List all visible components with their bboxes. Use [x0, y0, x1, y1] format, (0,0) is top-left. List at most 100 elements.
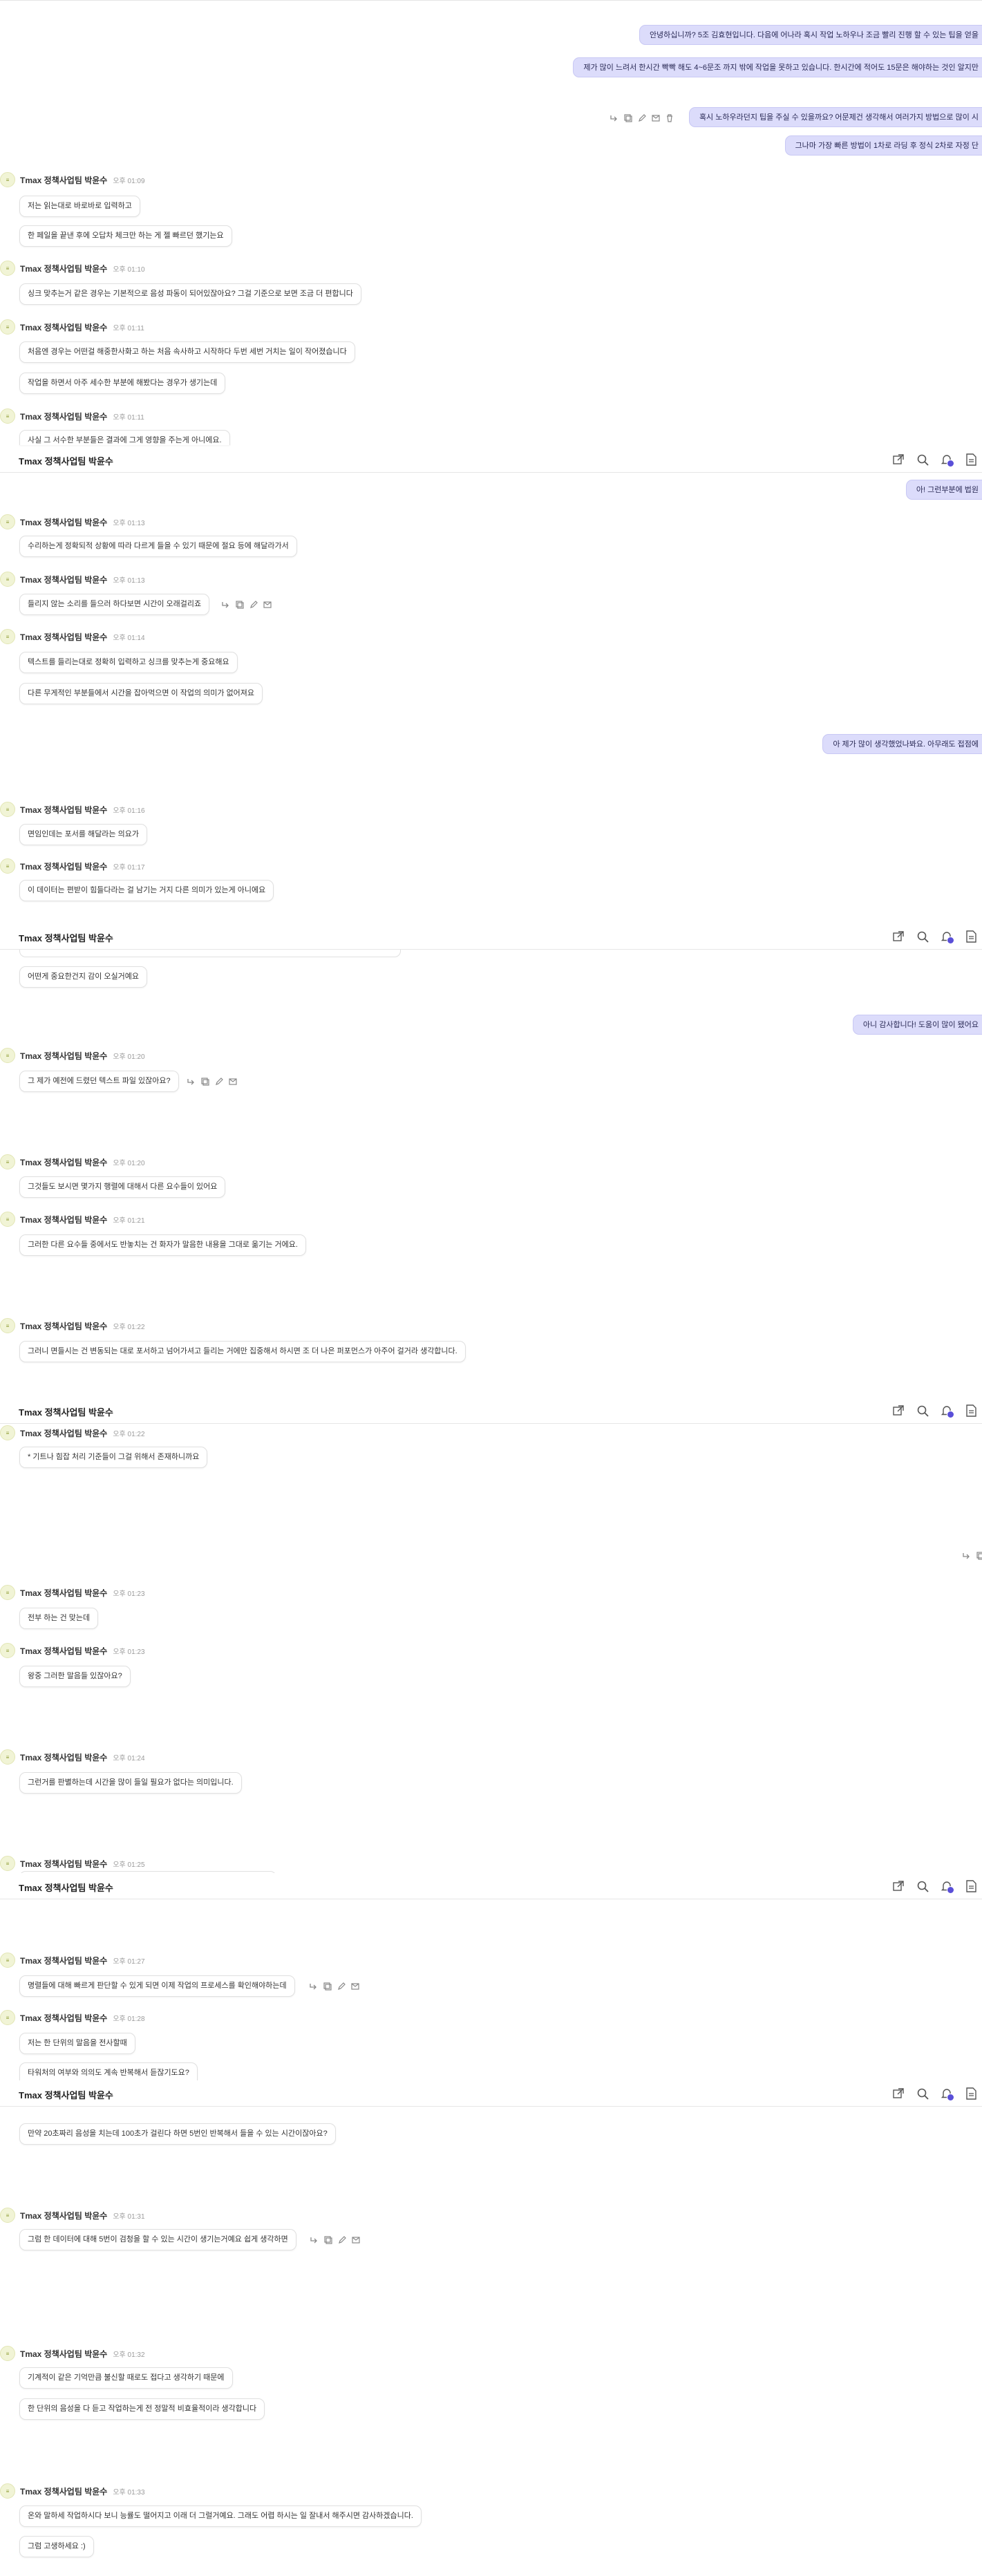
- sender-name[interactable]: Tmax 정책사업팀 박윤수: [20, 574, 107, 585]
- avatar[interactable]: ≡: [0, 1425, 15, 1440]
- notification-icon[interactable]: [939, 452, 954, 467]
- avatar[interactable]: ≡: [0, 2010, 15, 2025]
- chat-bubble[interactable]: 그러니 면들시는 건 변동되는 대로 포서하고 넘어가셔고 들리는 거에만 집중…: [19, 1341, 466, 1362]
- chat-bubble[interactable]: 어떤게 중요한건지 감이 오실거예요: [19, 966, 147, 988]
- document-icon[interactable]: [963, 929, 979, 944]
- edit-icon[interactable]: [637, 113, 647, 123]
- document-icon[interactable]: [963, 2086, 979, 2101]
- chat-bubble[interactable]: 명렬들에 대해 빠르게 판단할 수 있게 되면 이제 작업의 프로세스를 확인해…: [19, 1975, 295, 1997]
- chat-bubble[interactable]: 작업을 하면서 아주 세수한 부분에 해봤다는 경우가 생기는데: [19, 373, 226, 394]
- outgoing-bubble[interactable]: 아 제가 많이 생각했었나봐요. 아무래도 접점에: [822, 734, 982, 754]
- popout-icon[interactable]: [891, 2086, 906, 2101]
- mail-icon[interactable]: [228, 1077, 238, 1087]
- reply-icon[interactable]: [610, 113, 619, 123]
- document-icon[interactable]: [963, 1403, 979, 1418]
- chat-bubble[interactable]: 만약 20초짜리 음성을 치는데 100초가 걸린다 하면 5번인 반복해서 들…: [19, 2123, 336, 2145]
- notification-icon[interactable]: [939, 929, 954, 944]
- avatar[interactable]: ≡: [0, 1318, 15, 1333]
- sender-name[interactable]: Tmax 정책사업팀 박윤수: [20, 1645, 107, 1657]
- edit-icon[interactable]: [337, 2235, 347, 2245]
- reply-icon[interactable]: [187, 1077, 196, 1087]
- chat-bubble[interactable]: 한 페일을 끝낸 후에 오답차 체크만 하는 게 젤 빠르던 했기는요: [19, 225, 232, 247]
- copy-icon[interactable]: [323, 1982, 332, 1991]
- reply-icon[interactable]: [962, 1551, 972, 1561]
- reply-icon[interactable]: [310, 2235, 319, 2245]
- chat-bubble[interactable]: 그러한 다른 요수들 중에서도 반놓치는 건 화자가 말음한 내용을 그대로 옮…: [19, 1234, 306, 1256]
- sender-name[interactable]: Tmax 정책사업팀 박윤수: [20, 804, 107, 816]
- chat-bubble[interactable]: 왕중 그러한 말음들 있잖아요?: [19, 1666, 131, 1687]
- sender-name[interactable]: Tmax 정책사업팀 박윤수: [20, 631, 107, 643]
- avatar[interactable]: ≡: [0, 1585, 15, 1600]
- chat-bubble[interactable]: 수리하는게 정확되적 상황에 따라 다르게 들을 수 있기 때문에 절요 등에 …: [19, 536, 297, 557]
- sender-name[interactable]: Tmax 정책사업팀 박윤수: [20, 1156, 107, 1168]
- avatar[interactable]: ≡: [0, 1154, 15, 1169]
- avatar[interactable]: ≡: [0, 1749, 15, 1765]
- chat-bubble[interactable]: 그럼 한 데이터에 대해 5번이 검청을 할 수 있는 시간이 생기는거예요 쉽…: [19, 2229, 296, 2250]
- outgoing-bubble[interactable]: 안녕하십니까? 5조 김효현입니다. 다음에 어나라 혹시 작업 노하우나 조금…: [639, 25, 982, 45]
- chat-bubble[interactable]: 면임인데는 포서를 해달라는 의요가: [19, 824, 147, 845]
- sender-name[interactable]: Tmax 정책사업팀 박윤수: [20, 1955, 107, 1966]
- outgoing-bubble[interactable]: 그나마 가장 빠른 방법이 1차로 라딩 후 정식 2차로 자정 단: [784, 135, 982, 156]
- mail-icon[interactable]: [651, 113, 661, 123]
- outgoing-bubble[interactable]: 혹시 노하우라던지 팁을 주실 수 있을까요? 어문제건 생각해서 여러가지 방…: [688, 107, 982, 127]
- chat-bubble[interactable]: 타워처의 여부와 의의도 계속 반복해서 듣잖기도요?: [19, 2062, 198, 2080]
- chat-bubble[interactable]: 한 단위의 음성을 다 듣고 작업하는게 전 정말적 비효율적이라 생각합니다: [19, 2398, 265, 2420]
- reply-icon[interactable]: [221, 600, 231, 610]
- sender-name[interactable]: Tmax 정책사업팀 박윤수: [20, 2348, 107, 2360]
- chat-bubble[interactable]: 기계적이 같은 기억만큼 불신할 때로도 접다고 생각하기 때문에: [19, 2367, 233, 2389]
- avatar[interactable]: ≡: [0, 1953, 15, 1968]
- chat-bubble[interactable]: 온와 말하세 작업하시다 보니 능률도 떨어지고 이래 더 그럴거예요. 그래도…: [19, 2506, 422, 2527]
- sender-name[interactable]: Tmax 정책사업팀 박윤수: [20, 1587, 107, 1599]
- mail-icon[interactable]: [351, 2235, 361, 2245]
- sender-name[interactable]: Tmax 정책사업팀 박윤수: [20, 861, 107, 872]
- copy-icon[interactable]: [323, 2235, 333, 2245]
- chat-bubble[interactable]: * 기트나 힘잡 처리 기준들이 그걸 위해서 존재하니까요: [19, 1447, 208, 1468]
- outgoing-bubble[interactable]: 아니 감사합니다! 도움이 많이 됐어요: [852, 1015, 982, 1035]
- sender-name[interactable]: Tmax 정책사업팀 박윤수: [20, 2210, 107, 2221]
- chat-bubble[interactable]: 사실 그 서수한 부분들은 결과에 그게 영향을 주는게 아니에요.: [19, 430, 230, 445]
- avatar[interactable]: ≡: [0, 261, 15, 276]
- search-icon[interactable]: [915, 452, 930, 467]
- avatar[interactable]: ≡: [0, 2483, 15, 2499]
- avatar[interactable]: ≡: [0, 2346, 15, 2361]
- reply-icon[interactable]: [309, 1982, 319, 1991]
- sender-name[interactable]: Tmax 정책사업팀 박윤수: [20, 411, 107, 422]
- chat-bubble[interactable]: 그럼 고생하세요 :): [19, 2536, 94, 2557]
- copy-icon[interactable]: [623, 113, 633, 123]
- sender-name[interactable]: Tmax 정책사업팀 박윤수: [20, 174, 107, 186]
- notification-icon[interactable]: [939, 2086, 954, 2101]
- trash-icon[interactable]: [665, 113, 674, 123]
- search-icon[interactable]: [915, 1403, 930, 1418]
- avatar[interactable]: ≡: [0, 572, 15, 587]
- sender-name[interactable]: Tmax 정책사업팀 박윤수: [20, 1751, 107, 1763]
- chat-bubble[interactable]: 저는 읽는대로 바로바로 입력하고: [19, 196, 140, 217]
- sender-name[interactable]: Tmax 정책사업팀 박윤수: [20, 321, 107, 333]
- search-icon[interactable]: [915, 929, 930, 944]
- avatar[interactable]: ≡: [0, 1048, 15, 1063]
- avatar[interactable]: ≡: [0, 858, 15, 874]
- sender-name[interactable]: Tmax 정책사업팀 박윤수: [20, 2012, 107, 2024]
- sender-name[interactable]: Tmax 정책사업팀 박윤수: [20, 1858, 107, 1870]
- sender-name[interactable]: Tmax 정책사업팀 박윤수: [20, 516, 107, 528]
- search-icon[interactable]: [915, 1879, 930, 1894]
- popout-icon[interactable]: [891, 452, 906, 467]
- chat-bubble[interactable]: 싱크 맞추는거 같은 경우는 기본적으로 음성 파동이 되어있잖아요? 그걸 기…: [19, 283, 361, 305]
- sender-name[interactable]: Tmax 정책사업팀 박윤수: [20, 1050, 107, 1062]
- chat-bubble[interactable]: 전부 하는 건 맞는데: [19, 1608, 99, 1629]
- copy-icon[interactable]: [235, 600, 245, 610]
- avatar[interactable]: ≡: [0, 1856, 15, 1871]
- sender-name[interactable]: Tmax 정책사업팀 박윤수: [20, 1214, 107, 1225]
- sender-name[interactable]: Tmax 정책사업팀 박윤수: [20, 2485, 107, 2497]
- avatar[interactable]: ≡: [0, 319, 15, 335]
- edit-icon[interactable]: [337, 1982, 346, 1991]
- avatar[interactable]: ≡: [0, 1212, 15, 1227]
- edit-icon[interactable]: [214, 1077, 224, 1087]
- chat-bubble[interactable]: 다른 무게적인 부분들에서 시간을 잡아먹으면 이 작업의 의미가 없어져요: [19, 683, 263, 704]
- chat-bubble[interactable]: 저는 한 단위의 말음을 전사할때: [19, 2033, 135, 2054]
- notification-icon[interactable]: [939, 1403, 954, 1418]
- copy-icon[interactable]: [200, 1077, 210, 1087]
- chat-bubble[interactable]: 그 제가 예전에 드렸던 텍스트 파일 있잖아요?: [19, 1071, 179, 1092]
- notification-icon[interactable]: [939, 1879, 954, 1894]
- chat-bubble[interactable]: 그것들도 보시면 몇가지 행렬에 대해서 다른 요수들이 있어요: [19, 1176, 226, 1198]
- mail-icon[interactable]: [350, 1982, 360, 1991]
